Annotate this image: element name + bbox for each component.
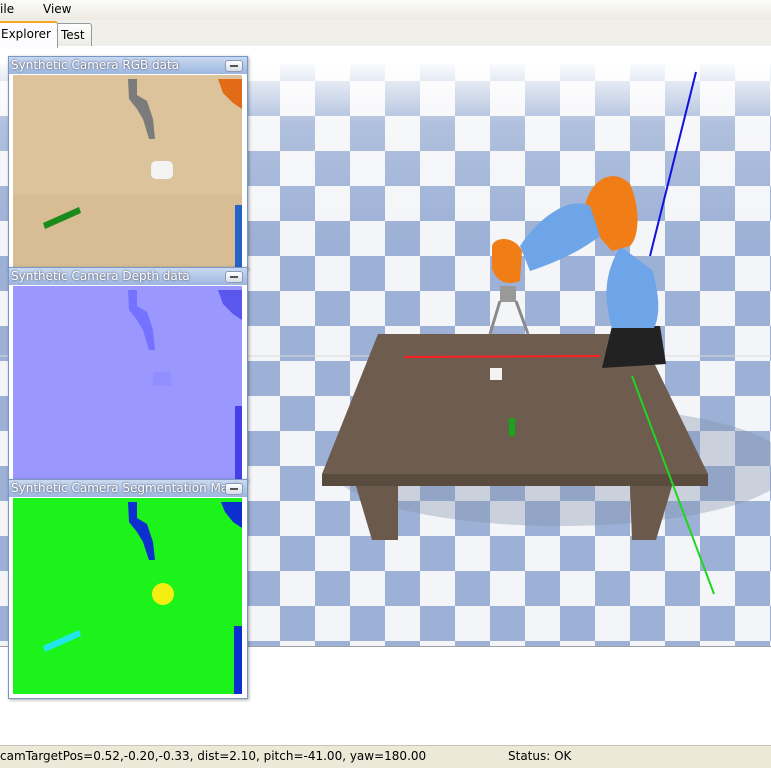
minimize-icon[interactable] — [225, 271, 243, 283]
depth-window-title: Synthetic Camera Depth data — [9, 268, 247, 285]
segmentation-window-title-text: Synthetic Camera Segmentation Mask — [11, 481, 242, 495]
tab-bar: Explorer Test — [0, 20, 771, 48]
rgb-window-title: Synthetic Camera RGB data — [9, 57, 247, 74]
minimize-icon[interactable] — [225, 60, 243, 72]
tab-test[interactable]: Test — [54, 23, 92, 46]
minimize-icon[interactable] — [225, 483, 243, 495]
status-text: Status: OK — [508, 749, 572, 763]
status-bar: camTargetPos=0.52,-0.20,-0.33, dist=2.10… — [0, 745, 771, 768]
x-axis-line — [403, 355, 601, 358]
depth-camera-image — [13, 286, 242, 479]
rgb-camera-window: Synthetic Camera RGB data — [8, 56, 248, 270]
menu-view[interactable]: View — [43, 2, 71, 16]
menu-bar: File View — [0, 0, 771, 21]
rgb-camera-image — [13, 75, 242, 268]
depth-camera-window: Synthetic Camera Depth data — [8, 267, 248, 481]
depth-window-title-text: Synthetic Camera Depth data — [11, 269, 190, 283]
tab-explorer[interactable]: Explorer — [0, 21, 58, 48]
camera-status-text: camTargetPos=0.52,-0.20,-0.33, dist=2.10… — [0, 749, 427, 763]
menu-file[interactable]: File — [0, 2, 14, 16]
segmentation-window-title: Synthetic Camera Segmentation Mask — [9, 480, 247, 497]
segmentation-camera-image — [13, 498, 242, 694]
segmentation-camera-window: Synthetic Camera Segmentation Mask — [8, 479, 248, 699]
rgb-window-title-text: Synthetic Camera RGB data — [11, 58, 180, 72]
